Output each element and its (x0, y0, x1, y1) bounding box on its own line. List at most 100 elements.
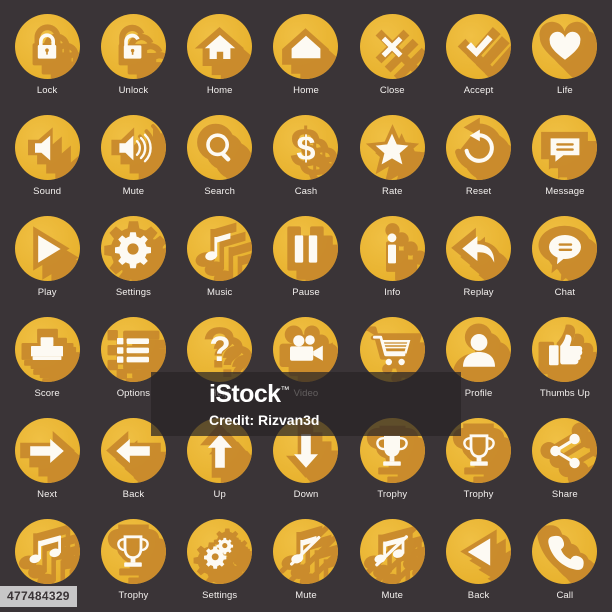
unlock-icon-glyph (124, 33, 142, 59)
music-double-note-slash-icon[interactable] (359, 519, 425, 584)
person-avatar-icon[interactable] (446, 317, 512, 382)
movie-camera-icon[interactable] (273, 317, 339, 382)
icon-label: Score (34, 388, 60, 399)
close-x-icon-glyph (381, 36, 403, 57)
thumbs-up-icon[interactable] (532, 317, 598, 382)
music-note-icon-glyph (204, 232, 231, 260)
icon-label: Chat (554, 287, 576, 298)
svg-text:?: ? (248, 362, 252, 382)
home-solid-icon[interactable] (273, 14, 339, 79)
reset-arrow-icon-glyph (464, 129, 494, 163)
phone-handset-icon[interactable] (532, 519, 598, 584)
share-nodes-icon-glyph (550, 433, 580, 468)
icon-cell: Chat (522, 208, 608, 309)
gear-icon[interactable] (100, 216, 166, 281)
dollar-icon-glyph: $ (296, 130, 315, 168)
icon-cell: Back (435, 511, 521, 612)
icon-label: Options (116, 388, 151, 399)
icon-cell: Replay (435, 208, 521, 309)
play-left-triangle-icon[interactable] (446, 519, 512, 584)
icon-label: Accept (463, 85, 494, 96)
podium-icon[interactable] (14, 317, 80, 382)
icon-cell: Call (522, 511, 608, 612)
question-mark-icon-glyph: ? (209, 330, 231, 369)
phone-handset-icon-glyph (548, 535, 584, 570)
list-options-icon-glyph (117, 337, 150, 363)
trophy-cup-icon[interactable] (100, 519, 166, 584)
trophy-icon-glyph (376, 435, 409, 466)
arrow-left-icon[interactable] (100, 418, 166, 483)
shopping-cart-icon[interactable] (359, 317, 425, 382)
svg-text:?: ? (209, 330, 231, 369)
icon-label: Sound (33, 186, 62, 197)
gears-double-icon[interactable] (187, 519, 253, 584)
trophy-outline-icon[interactable] (446, 418, 512, 483)
icon-cell: Play (4, 208, 90, 309)
message-bubble-icon[interactable] (532, 115, 598, 180)
magnifier-icon-glyph (205, 132, 230, 161)
unlock-icon[interactable] (100, 14, 166, 79)
play-left-triangle-icon-glyph (467, 537, 490, 566)
music-double-note-icon[interactable] (14, 519, 80, 584)
icon-cell: Life (522, 6, 608, 107)
svg-text:$: $ (296, 130, 315, 168)
star-icon[interactable] (359, 115, 425, 180)
icon-cell: Rate (349, 107, 435, 208)
movie-camera-icon-glyph (289, 334, 323, 361)
lock-icon[interactable] (14, 14, 80, 79)
icon-cell: Video (263, 309, 349, 410)
arrow-up-icon[interactable] (187, 418, 253, 483)
share-nodes-icon[interactable] (532, 418, 598, 483)
home-icon[interactable] (187, 14, 253, 79)
icon-label: Lock (36, 85, 58, 96)
close-x-icon[interactable] (359, 14, 425, 79)
play-triangle-icon-glyph (38, 234, 61, 263)
icon-cell: Home (177, 6, 263, 107)
pause-bars-icon[interactable] (273, 216, 339, 281)
message-bubble-icon-glyph (550, 137, 580, 162)
play-triangle-icon[interactable] (14, 216, 80, 281)
icon-label: Up (213, 489, 226, 500)
speaker-icon-glyph (35, 135, 51, 160)
question-mark-icon[interactable]: ? ? ? ? ? ? ? (187, 317, 253, 382)
dollar-icon[interactable]: $ $ $ $ $ $ $ (273, 115, 339, 180)
arrow-down-icon[interactable] (273, 418, 339, 483)
icon-cell: ? ? ? ? ? ? ? Help (177, 309, 263, 410)
trophy-outline-icon-glyph (462, 433, 495, 466)
person-avatar-icon-glyph (462, 333, 495, 367)
icon-cell: $ $ $ $ $ $ $ Cash (263, 107, 349, 208)
star-icon-glyph (375, 133, 409, 164)
checkmark-icon-glyph (465, 34, 493, 57)
heart-icon[interactable] (532, 14, 598, 79)
arrow-right-icon[interactable] (14, 418, 80, 483)
icon-cell: Next (4, 410, 90, 511)
icon-label: Replay (463, 287, 494, 298)
music-double-note-icon-glyph (29, 534, 62, 563)
icon-label: Unlock (118, 85, 149, 96)
trophy-icon[interactable] (359, 418, 425, 483)
icon-label: Settings (115, 287, 151, 298)
icon-cell: Options (90, 309, 176, 410)
arrow-left-icon-glyph (116, 438, 151, 463)
icon-label: Info (384, 287, 401, 298)
speaker-waves-icon[interactable] (100, 115, 166, 180)
magnifier-icon[interactable] (187, 115, 253, 180)
chat-bubble-icon[interactable] (532, 216, 598, 281)
info-i-icon[interactable] (359, 216, 425, 281)
music-note-icon[interactable] (187, 216, 253, 281)
replay-arrow-icon[interactable] (446, 216, 512, 281)
icon-label: Cash (294, 186, 318, 197)
list-options-icon[interactable] (100, 317, 166, 382)
icon-cell: Share (522, 410, 608, 511)
heart-icon-glyph (549, 31, 581, 60)
icon-label: Video (293, 388, 319, 399)
speaker-icon[interactable] (14, 115, 80, 180)
checkmark-icon[interactable] (446, 14, 512, 79)
icon-cell (349, 309, 435, 410)
icon-cell: Down (263, 410, 349, 511)
music-note-slash-icon[interactable] (273, 519, 339, 584)
reset-arrow-icon[interactable] (446, 115, 512, 180)
icon-cell: Unlock (90, 6, 176, 107)
arrow-up-icon-glyph (207, 433, 232, 468)
icon-label: Rate (382, 186, 403, 197)
